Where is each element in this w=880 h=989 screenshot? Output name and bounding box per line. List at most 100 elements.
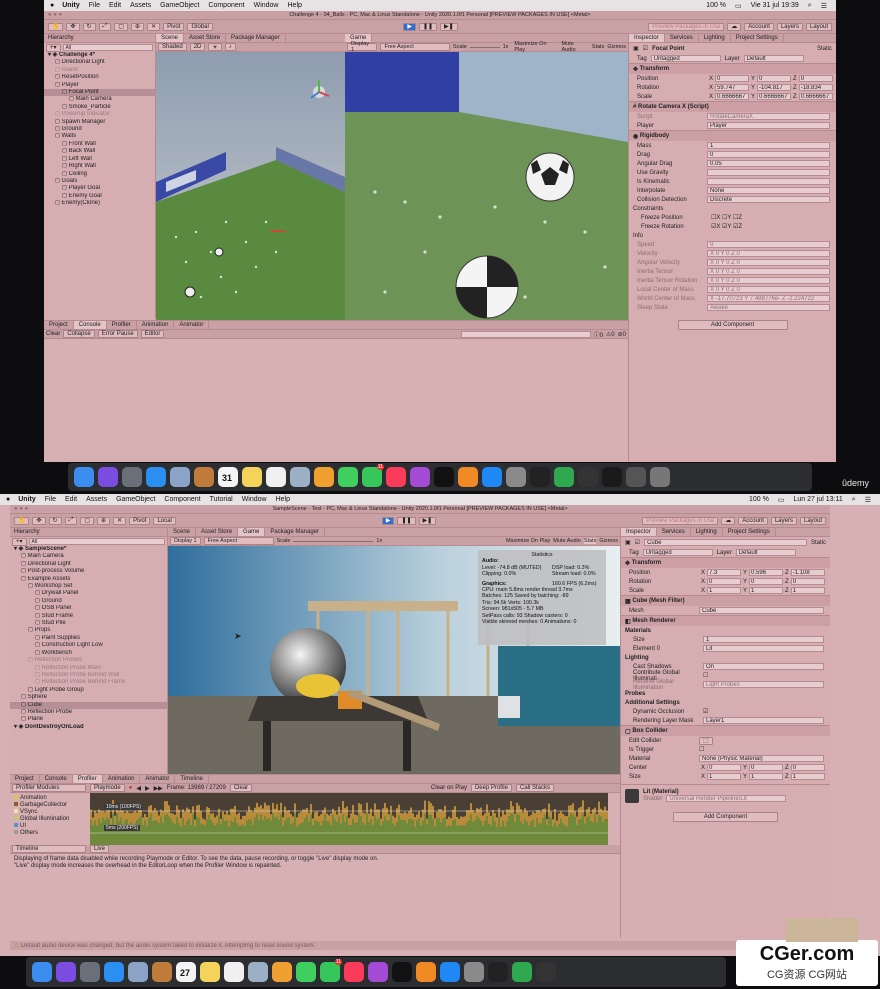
mesh-field[interactable]: Cube	[699, 607, 824, 614]
hierarchy-item[interactable]: ▾ ◈ SampleScene*	[10, 546, 167, 553]
scene-tab[interactable]: Scene	[168, 528, 197, 536]
hierarchy-item[interactable]: ◻ Reflection Probes	[10, 657, 167, 664]
hierarchy-item[interactable]: ◻ Spawn Manager	[44, 119, 155, 126]
layout-dropdown[interactable]: Layout	[799, 516, 826, 525]
profiler-tab[interactable]: Profiler	[107, 321, 137, 329]
app-store-icon[interactable]	[482, 467, 502, 487]
hierarchy-item[interactable]: ◻ Ground	[10, 598, 167, 605]
hierarchy-item[interactable]: ◻ ResetPosition	[44, 74, 155, 81]
unity-hub-icon[interactable]	[536, 962, 556, 982]
y-field[interactable]: 0.596	[749, 569, 784, 576]
notes-icon[interactable]	[242, 467, 262, 487]
rigidbody-header[interactable]: ◉ Rigidbody	[629, 130, 836, 141]
hierarchy-item[interactable]: ◻ Paint Supplies	[10, 635, 167, 642]
calendar-icon[interactable]: 27	[176, 962, 196, 982]
asset-store-tab[interactable]: Asset Store	[196, 528, 239, 536]
profiler-tab[interactable]: Profiler	[72, 775, 103, 783]
next-frame-icon[interactable]: ▶	[145, 785, 150, 792]
unity-icon[interactable]	[530, 467, 550, 487]
stats-toggle[interactable]: Stats	[592, 44, 605, 50]
calendar-icon[interactable]: 31	[218, 467, 238, 487]
mesh-filter-header[interactable]: ▦ Cube (Mesh Filter)	[621, 595, 830, 606]
hierarchy-item[interactable]: ◻ Focal Point	[44, 89, 155, 97]
lighting-toggle-icon[interactable]: ☀	[208, 43, 222, 51]
x-field[interactable]: 59.747	[715, 84, 750, 91]
profiler-cpu-chart[interactable]	[90, 793, 608, 845]
z-field[interactable]: 1	[790, 587, 825, 594]
hierarchy-item[interactable]: ◻ Enemy Goal	[44, 193, 155, 200]
rigidbody-prop-value[interactable]: Discrete	[707, 196, 830, 203]
unity-hub-icon[interactable]	[578, 467, 598, 487]
layer-dropdown[interactable]: Default	[743, 55, 804, 62]
app-menu[interactable]: Unity	[62, 2, 80, 9]
console-tab[interactable]: Console	[40, 775, 73, 783]
finder-icon[interactable]	[32, 962, 52, 982]
x-field[interactable]: 0	[707, 578, 742, 585]
transform-tool-icon[interactable]: ⊕	[97, 516, 111, 525]
inspector-tab[interactable]: Inspector	[621, 528, 657, 536]
aspect-dropdown[interactable]: Free Aspect	[380, 43, 451, 51]
pause-button[interactable]: ❚❚	[397, 516, 416, 525]
y-field[interactable]: 0	[749, 764, 784, 771]
console-search-input[interactable]	[460, 330, 591, 338]
maximize-on-play-toggle[interactable]: Maximize On Play	[514, 41, 558, 53]
hierarchy-item[interactable]: ◻ Player	[44, 82, 155, 89]
photos-icon[interactable]	[314, 467, 334, 487]
hierarchy-item[interactable]: ◻ Directional Light	[44, 59, 155, 66]
menu-window[interactable]: Window	[242, 496, 267, 503]
global-button[interactable]: Global	[187, 22, 213, 31]
animator-tab[interactable]: Animator	[140, 775, 176, 783]
clear-on-play-toggle[interactable]: Clear on Play	[431, 785, 467, 791]
hierarchy-item[interactable]: ◻ Main Camera	[10, 553, 167, 560]
notes-icon[interactable]	[200, 962, 220, 982]
preview-icon[interactable]	[170, 467, 190, 487]
local-button[interactable]: Local	[153, 516, 176, 525]
menu-file[interactable]: File	[89, 2, 100, 9]
facetime-icon[interactable]: 11	[320, 959, 342, 982]
y-field[interactable]: 1	[749, 773, 784, 780]
package-manager-tab[interactable]: Package Manager	[226, 34, 286, 42]
hierarchy-item[interactable]: ◻ Sphere	[10, 694, 167, 701]
transform-header[interactable]: ✥ Transform	[629, 63, 836, 74]
profiler-clear-button[interactable]: Clear	[229, 784, 253, 792]
step-button[interactable]: ▶❚	[440, 22, 458, 31]
facetime-icon[interactable]: 11	[362, 464, 384, 487]
hierarchy-item[interactable]: ◻ Stud Frame	[10, 613, 167, 620]
menu-file[interactable]: File	[45, 496, 56, 503]
custom-tool-icon[interactable]: ✕	[113, 516, 127, 525]
rigidbody-info-value[interactable]: 0	[707, 241, 830, 248]
search-icon[interactable]: ⌕	[852, 496, 856, 504]
scale-slider[interactable]	[293, 540, 374, 542]
deep-profile-toggle[interactable]: Deep Profile	[470, 784, 512, 792]
apple-icon[interactable]: ●	[50, 2, 54, 9]
add-component-button[interactable]: Add Component	[673, 812, 778, 822]
scene-viewport[interactable]	[156, 52, 345, 320]
edit-collider-button[interactable]: ⬚	[699, 736, 713, 745]
rider-icon[interactable]	[602, 467, 622, 487]
notes-book-icon[interactable]	[152, 962, 172, 982]
hierarchy-item[interactable]: ◻ Main Camera	[44, 96, 155, 103]
preview-icon[interactable]	[128, 962, 148, 982]
profiler-module-item[interactable]: GarbageCollector	[14, 802, 90, 809]
hierarchy-item[interactable]: ◻ Directional Light	[10, 561, 167, 568]
layer-dropdown[interactable]: Default	[735, 549, 796, 556]
hierarchy-item[interactable]: ◻ Workshop Set	[10, 583, 167, 590]
rigidbody-info-value[interactable]: X 0 Y 0 Z 0	[707, 268, 830, 275]
package-manager-tab[interactable]: Package Manager	[265, 528, 326, 536]
static-checkbox[interactable]: Static	[811, 540, 826, 546]
rigidbody-prop-value[interactable]: 1	[707, 142, 830, 149]
menu-edit[interactable]: Edit	[65, 496, 77, 503]
hierarchy-tab[interactable]: Hierarchy	[14, 529, 40, 535]
step-button[interactable]: ▶❚	[418, 516, 437, 525]
messages-icon[interactable]	[296, 962, 316, 982]
unity-icon[interactable]	[488, 962, 508, 982]
profiler-module-item[interactable]: VSync	[14, 809, 90, 816]
collab-cloud-icon[interactable]: ☁	[721, 516, 736, 525]
hierarchy-item[interactable]: ◻ Plane	[10, 716, 167, 723]
hierarchy-item[interactable]: ◻ Enemy(Clone)	[44, 200, 155, 207]
books-icon[interactable]	[458, 467, 478, 487]
siri-icon[interactable]	[56, 962, 76, 982]
rigidbody-info-value[interactable]: X 0 Y 0 Z 0	[707, 250, 830, 257]
hierarchy-item[interactable]: ◻ Powerup Indicator	[44, 111, 155, 118]
clear-button[interactable]: Clear	[46, 331, 60, 337]
